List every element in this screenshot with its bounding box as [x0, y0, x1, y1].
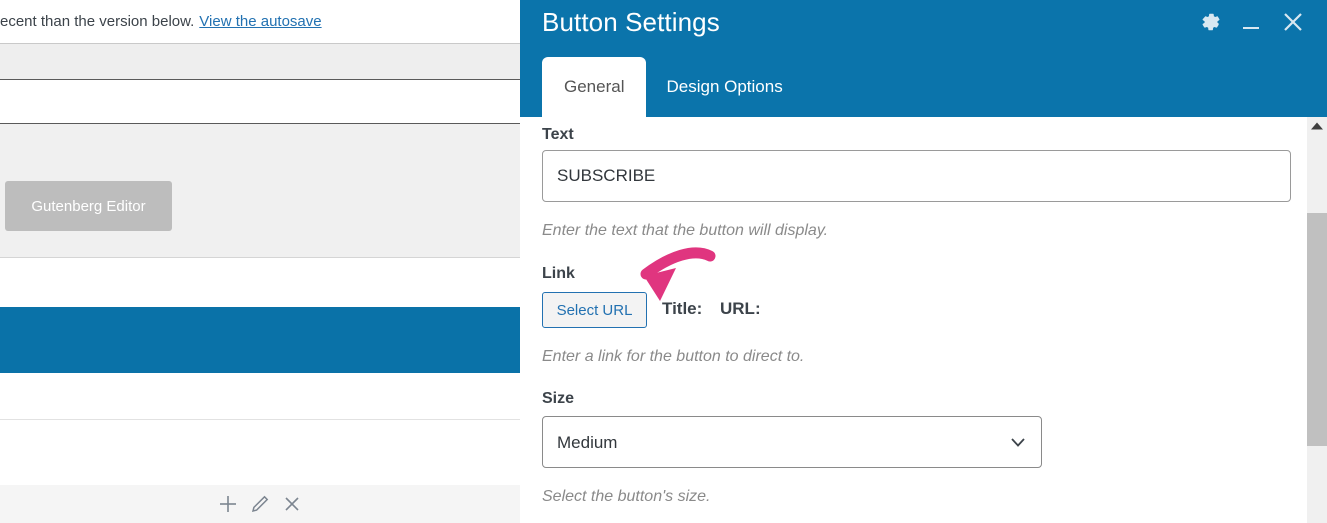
scrollbar-thumb[interactable]	[1307, 213, 1327, 446]
modal-header: Button Settings General Design Options	[520, 0, 1327, 117]
block-actions-bar	[0, 485, 520, 523]
editor-row-title	[0, 80, 520, 124]
size-field-label: Size	[542, 390, 575, 407]
editor-toolbar-strip	[0, 44, 520, 80]
editor-row-spacer-upper	[0, 259, 520, 307]
modal-tabs: General Design Options	[542, 57, 803, 117]
view-autosave-link[interactable]: View the autosave	[199, 13, 321, 30]
editor-row-spacer-lower	[0, 420, 520, 485]
size-select[interactable]: Medium	[542, 416, 1042, 468]
scroll-up-icon[interactable]	[1307, 117, 1327, 135]
editor-blue-banner-block	[0, 307, 520, 373]
close-icon[interactable]	[1279, 8, 1307, 36]
gutenberg-editor-button[interactable]: Gutenberg Editor	[5, 181, 172, 231]
scrollbar-header-cap	[1307, 0, 1327, 117]
size-field-help: Select the button's size.	[542, 488, 711, 505]
text-field-label: Text	[542, 126, 574, 143]
modal-body: Text Enter the text that the button will…	[520, 117, 1305, 523]
select-url-button[interactable]: Select URL	[542, 292, 647, 328]
tab-design-options[interactable]: Design Options	[646, 57, 802, 117]
minimize-icon[interactable]	[1239, 9, 1263, 35]
window-controls	[1197, 8, 1307, 36]
autosave-notice-text: recent than the version below.	[0, 13, 195, 30]
edit-block-icon[interactable]	[247, 491, 273, 517]
autosave-notice: recent than the version below. View the …	[0, 0, 520, 44]
link-url-label: URL:	[720, 299, 761, 318]
button-text-input[interactable]	[542, 150, 1291, 202]
wordpress-editor-background: recent than the version below. View the …	[0, 0, 520, 523]
delete-block-icon[interactable]	[279, 491, 305, 517]
link-field-help: Enter a link for the button to direct to…	[542, 348, 805, 365]
modal-title: Button Settings	[542, 7, 720, 37]
text-field-help: Enter the text that the button will disp…	[542, 222, 829, 239]
modal-scrollbar[interactable]	[1307, 117, 1327, 523]
link-title-label: Title:	[662, 299, 703, 318]
editor-row-spacer-mid	[0, 373, 520, 420]
size-select-wrapper: Medium	[542, 416, 1042, 468]
link-field-label: Link	[542, 265, 575, 282]
button-settings-modal: Button Settings General Design Options T…	[520, 0, 1327, 523]
add-block-icon[interactable]	[215, 491, 241, 517]
tab-general[interactable]: General	[542, 57, 647, 117]
settings-gear-icon[interactable]	[1197, 9, 1223, 35]
